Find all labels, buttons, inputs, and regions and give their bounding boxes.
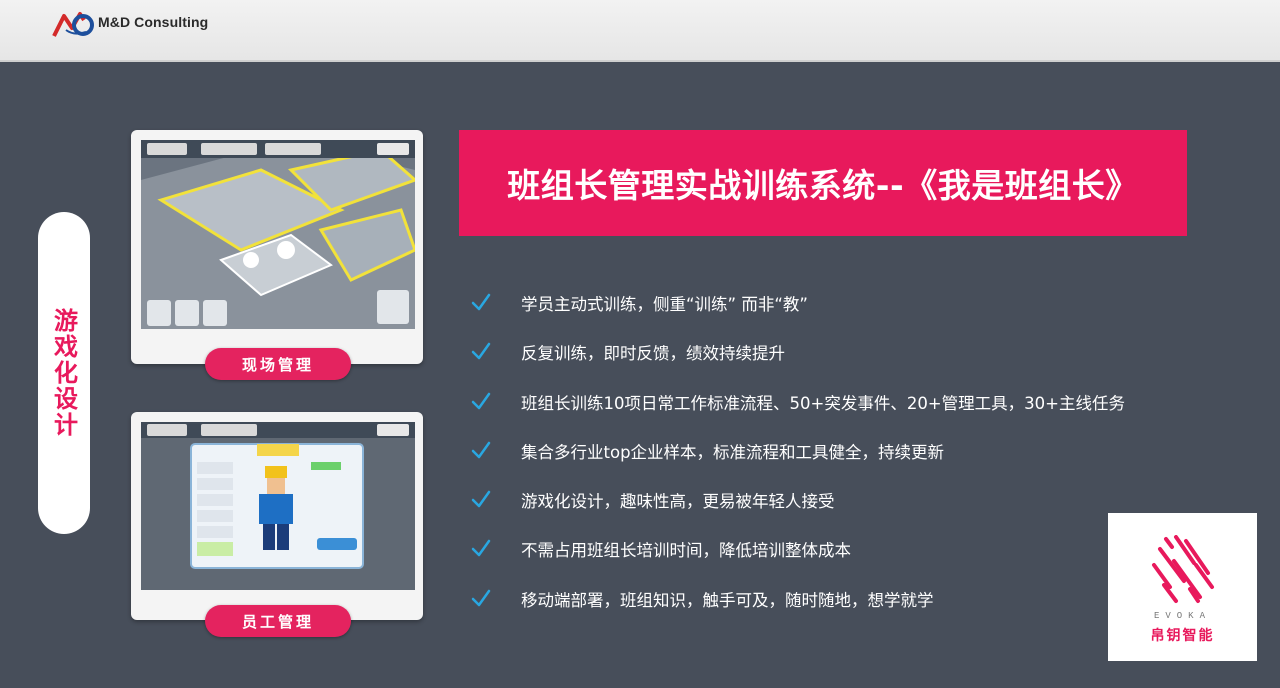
check-icon: [471, 589, 491, 607]
feature-text: 学员主动式训练，侧重“训练” 而非“教”: [521, 295, 808, 314]
side-label-pill: 游戏化设计: [38, 212, 90, 534]
brand-name: M&D Consulting: [98, 14, 209, 30]
side-label-text: 游戏化设计: [49, 308, 78, 438]
evoka-chinese-name: 帛钥智能: [1150, 628, 1215, 644]
caption-employee-management: 员工管理: [205, 605, 351, 637]
feature-text: 班组长训练10项日常工作标准流程、50+突发事件、20+管理工具，30+主线任务: [521, 394, 1125, 413]
feature-item: 移动端部署，班组知识，触手可及，随时随地，想学就学: [470, 585, 934, 613]
evoka-english-name: EVOKA: [1153, 611, 1211, 621]
feature-item: 学员主动式训练，侧重“训练” 而非“教”: [470, 289, 808, 317]
check-icon: [471, 392, 491, 410]
feature-item: 不需占用班组长培训时间，降低培训整体成本: [470, 535, 851, 563]
feature-text: 集合多行业top企业样本，标准流程和工具健全，持续更新: [521, 443, 945, 462]
feature-text: 反复训练，即时反馈，绩效持续提升: [521, 344, 785, 363]
md-logo-icon: [52, 12, 94, 37]
evoka-logo-box: EVOKA 帛钥智能: [1108, 513, 1257, 661]
feature-item: 班组长训练10项日常工作标准流程、50+突发事件、20+管理工具，30+主线任务: [470, 388, 1125, 416]
check-icon: [471, 539, 491, 557]
evoka-logo-icon: [1152, 535, 1214, 603]
page-title: 班组长管理实战训练系统--《我是班组长》: [507, 166, 1139, 205]
check-icon: [471, 293, 491, 311]
top-header-bar: M&D Consulting: [0, 0, 1280, 62]
feature-item: 集合多行业top企业样本，标准流程和工具健全，持续更新: [470, 437, 944, 465]
feature-item: 游戏化设计，趣味性高，更易被年轻人接受: [470, 486, 835, 514]
feature-item: 反复训练，即时反馈，绩效持续提升: [470, 338, 785, 366]
feature-text: 不需占用班组长培训时间，降低培训整体成本: [521, 541, 851, 560]
check-icon: [471, 342, 491, 360]
feature-text: 游戏化设计，趣味性高，更易被年轻人接受: [521, 492, 835, 511]
check-icon: [471, 490, 491, 508]
title-banner: 班组长管理实战训练系统--《我是班组长》: [459, 130, 1187, 236]
caption-site-management: 现场管理: [205, 348, 351, 380]
feature-text: 移动端部署，班组知识，触手可及，随时随地，想学就学: [521, 591, 934, 610]
game-employee-management-screenshot: [141, 422, 415, 590]
check-icon: [471, 441, 491, 459]
game-site-management-screenshot: [141, 140, 415, 329]
